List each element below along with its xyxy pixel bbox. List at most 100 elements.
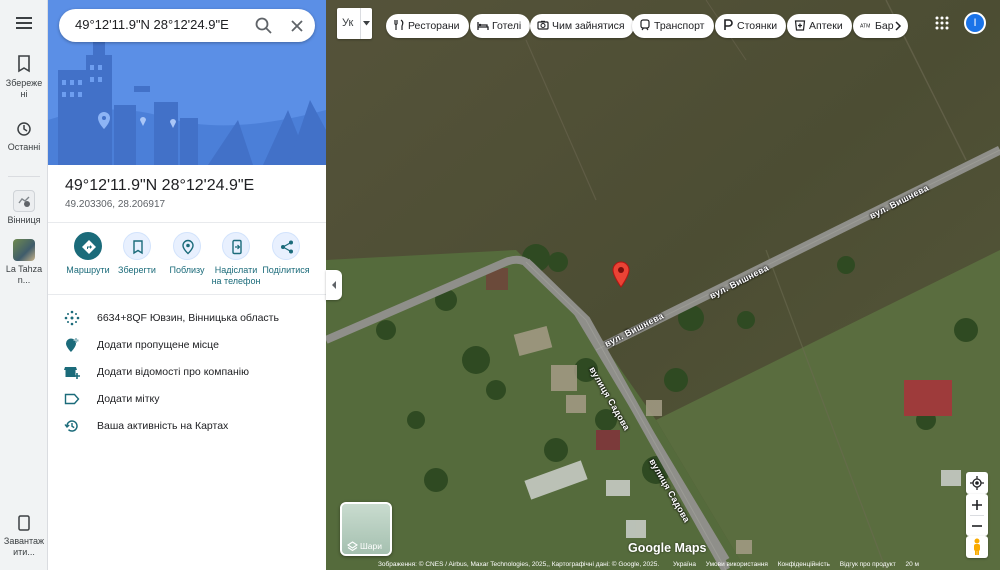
recent-place-label: La Tahzan... — [5, 264, 43, 285]
chip-things-to-do[interactable]: Чим зайнятися — [530, 14, 634, 38]
bookmark-icon — [18, 55, 30, 73]
left-rail: Збережені Останні Вінниця La Tahzan... З… — [0, 0, 48, 570]
menu-button[interactable] — [0, 16, 48, 30]
add-business-text: Додати відомості про компанію — [97, 366, 249, 378]
footer-privacy-link[interactable]: Конфіденційність — [778, 561, 830, 568]
directions-label: Маршрути — [66, 265, 110, 275]
chip-transit[interactable]: Транспорт — [632, 14, 714, 38]
nearby-button[interactable]: Поблизу — [160, 232, 214, 276]
chip-label: Бар — [875, 20, 894, 32]
account-avatar[interactable]: I — [964, 12, 986, 34]
zoom-controls — [966, 494, 988, 536]
hotel-icon — [477, 22, 489, 30]
saved-button[interactable]: Збережені — [0, 55, 48, 100]
directions-button[interactable]: Маршрути — [61, 232, 115, 276]
camera-icon — [537, 20, 549, 30]
download-app-button[interactable]: Завантажити... — [0, 515, 48, 558]
chip-restaurants[interactable]: Ресторани — [386, 14, 469, 38]
parking-icon — [724, 19, 733, 30]
place-panel: 49°12'11.9"N 28°12'24.9"E 49.203306, 28.… — [48, 0, 326, 570]
add-place-row[interactable]: Додати пропущене місце — [64, 336, 324, 356]
layers-label: Шари — [360, 541, 382, 551]
add-business-row[interactable]: Додати відомості про компанію — [64, 363, 324, 383]
add-label-row[interactable]: Додати мітку — [64, 390, 324, 410]
chip-atm[interactable]: ATM Бар — [853, 14, 908, 38]
chevron-right-icon[interactable] — [895, 21, 902, 31]
share-button[interactable]: Поділитися — [259, 232, 313, 276]
search-icon[interactable] — [254, 16, 274, 36]
layers-button[interactable]: Шари — [340, 502, 392, 556]
directions-icon — [82, 240, 96, 254]
plus-code-icon — [64, 310, 80, 326]
chip-parking[interactable]: Стоянки — [715, 14, 787, 38]
share-label: Поділитися — [262, 265, 310, 275]
map-footer: Зображення: © CNES / Airbus, Maxar Techn… — [378, 561, 1000, 570]
save-button[interactable]: Зберегти — [110, 232, 164, 276]
chip-hotels[interactable]: Готелі — [470, 14, 531, 38]
location-pin-icon[interactable] — [612, 261, 630, 288]
save-label: Зберегти — [118, 265, 156, 275]
history-icon — [64, 420, 78, 432]
recent-button[interactable]: Останні — [0, 121, 48, 153]
chip-label: Готелі — [492, 20, 522, 32]
panel-divider — [48, 294, 326, 295]
recent-place-label: Вінниця — [7, 215, 41, 225]
footer-country-link[interactable]: Україна — [673, 561, 696, 568]
search-box — [59, 9, 315, 42]
send-to-phone-button[interactable]: Надіслати на телефон — [209, 232, 263, 287]
add-label-text: Додати мітку — [97, 393, 160, 405]
restaurant-icon — [394, 19, 404, 30]
minus-icon — [972, 525, 982, 527]
place-title: 49°12'11.9"N 28°12'24.9"E — [65, 177, 255, 194]
maps-activity-text: Ваша активність на Картах — [97, 420, 229, 432]
recent-place-la-tahzan[interactable]: La Tahzan... — [0, 239, 48, 286]
my-location-icon — [970, 476, 984, 490]
chip-label: Аптеки — [809, 20, 843, 32]
chevron-down-icon — [363, 21, 370, 26]
chip-label: Чим зайнятися — [552, 20, 625, 32]
svg-text:ATM: ATM — [860, 24, 870, 30]
chip-label: Стоянки — [737, 20, 778, 32]
language-label: Ук — [342, 17, 354, 29]
satellite-map[interactable]: вул. Вишнева вул. Вишнева вул. Вишнева в… — [326, 0, 1000, 570]
nearby-icon — [182, 239, 194, 255]
send-to-phone-label: Надіслати на телефон — [211, 265, 261, 286]
zoom-out-button[interactable] — [966, 515, 988, 536]
chip-pharmacies[interactable]: Аптеки — [787, 14, 852, 38]
recent-label: Останні — [7, 142, 41, 152]
atm-icon: ATM — [860, 24, 870, 30]
add-place-icon — [66, 338, 79, 352]
footer-terms-link[interactable]: Умови використання — [706, 561, 768, 568]
apps-grid-icon[interactable] — [935, 16, 949, 30]
add-place-text: Додати пропущене місце — [97, 339, 219, 351]
bookmark-icon — [133, 240, 143, 255]
my-location-button[interactable] — [966, 472, 988, 494]
chevron-left-icon — [332, 281, 336, 289]
place-coordinates: 49.203306, 28.206917 — [65, 199, 166, 210]
chip-label: Ресторани — [408, 20, 460, 32]
panel-divider — [48, 222, 326, 223]
menu-icon — [16, 17, 32, 29]
plus-code-row[interactable]: 6634+8QF Ювзин, Вінницька область — [64, 309, 324, 329]
share-icon — [281, 240, 293, 254]
search-input[interactable] — [75, 17, 245, 32]
send-to-phone-icon — [232, 239, 242, 255]
rail-divider — [8, 176, 40, 177]
nearby-label: Поблизу — [169, 265, 205, 275]
street-view-button[interactable] — [966, 536, 988, 558]
transit-icon — [640, 19, 650, 31]
language-selector[interactable]: Ук — [337, 8, 372, 39]
zoom-in-button[interactable] — [966, 494, 988, 515]
recent-place-vinnytsia[interactable]: Вінниця — [0, 190, 48, 226]
footer-feedback-link[interactable]: Відгук про продукт — [840, 561, 896, 568]
phone-icon — [18, 515, 30, 531]
pegman-icon — [974, 538, 980, 555]
collapse-panel-button[interactable] — [326, 270, 342, 300]
close-icon[interactable] — [287, 16, 307, 36]
maps-activity-row[interactable]: Ваша активність на Картах — [64, 417, 324, 437]
chip-label: Транспорт — [654, 20, 705, 32]
place-thumbnail — [13, 239, 35, 261]
plus-code-text: 6634+8QF Ювзин, Вінницька область — [97, 312, 279, 324]
download-label: Завантажити... — [3, 536, 45, 557]
scale-label[interactable]: 20 м — [906, 561, 920, 568]
